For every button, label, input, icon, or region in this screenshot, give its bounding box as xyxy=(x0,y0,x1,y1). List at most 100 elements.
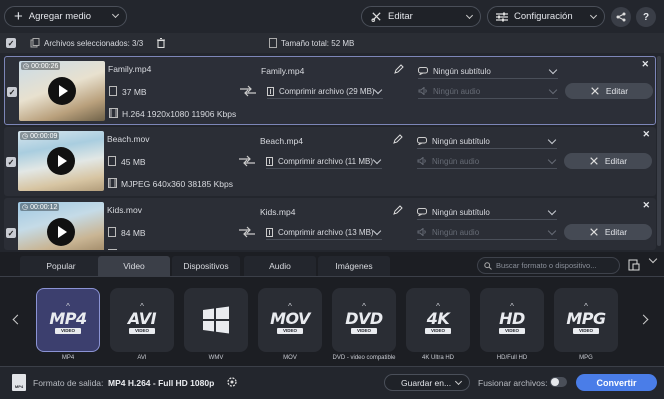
chevron-down-icon xyxy=(465,11,474,20)
format-card[interactable]: ^ AVI VIDEO xyxy=(110,288,174,352)
help-icon: ? xyxy=(642,11,650,23)
settings-menu-button[interactable]: Configuración xyxy=(487,6,605,27)
merge-files-toggle[interactable] xyxy=(550,377,567,387)
video-thumbnail[interactable]: ◷ 00:00:26 xyxy=(19,61,105,121)
subtitle-dropdown[interactable]: Ningún subtítulo xyxy=(418,64,558,79)
file-checkbox[interactable]: ✓ xyxy=(6,228,16,238)
device-detect-icon[interactable] xyxy=(628,259,640,271)
video-thumbnail[interactable]: ◷ 00:00:09 xyxy=(18,131,104,191)
output-file-name: Family.mp4 xyxy=(261,66,305,76)
format-label: MOV xyxy=(283,355,297,361)
output-file-name: Beach.mp4 xyxy=(260,136,303,146)
format-logo-sub: VIDEO xyxy=(54,327,81,334)
file-checkbox[interactable]: ✓ xyxy=(6,157,16,167)
video-thumbnail[interactable]: ◷ 00:00:12 xyxy=(18,202,104,250)
save-to-button[interactable]: Guardar en... xyxy=(384,374,470,391)
format-card[interactable]: ^ 4K VIDEO xyxy=(406,288,470,352)
source-file-meta: H.264 1920x1080 11906 Kbps xyxy=(122,109,237,119)
share-icon xyxy=(616,12,626,22)
plus-icon: + xyxy=(14,8,23,25)
scrollbar[interactable] xyxy=(657,56,661,246)
tab-video[interactable]: Video xyxy=(98,256,170,276)
merge-files-label: Fusionar archivos: xyxy=(478,378,548,388)
trash-icon[interactable] xyxy=(156,38,166,48)
file-row[interactable]: ✓ ◷ 00:00:12 Kids.mov 84 MB Kids.mp4 Comp… xyxy=(4,198,656,250)
duration-badge: ◷ 00:00:26 xyxy=(21,62,61,70)
clock-icon: ◷ xyxy=(22,204,29,211)
remove-file-icon[interactable]: ✕ xyxy=(642,129,650,140)
audio-label: Ningún audio xyxy=(432,227,480,237)
convert-arrow-icon xyxy=(239,226,255,238)
format-card[interactable]: ^ DVD VIDEO xyxy=(332,288,396,352)
remove-file-icon[interactable]: ✕ xyxy=(641,59,649,70)
audio-dropdown[interactable]: Ningún audio xyxy=(417,225,557,240)
compress-label: Comprimir archivo (13 MB) xyxy=(278,227,374,237)
share-button[interactable] xyxy=(611,7,631,27)
source-file-name: Beach.mov xyxy=(107,134,150,144)
search-icon xyxy=(484,261,492,270)
document-icon xyxy=(269,38,277,48)
duration-badge: ◷ 00:00:09 xyxy=(20,132,60,140)
pencil-icon[interactable] xyxy=(393,134,403,144)
format-logo-sub: VIDEO xyxy=(498,327,525,334)
tab-popular[interactable]: Popular xyxy=(20,256,102,276)
play-button[interactable] xyxy=(47,218,75,246)
format-search-placeholder: Buscar formato o dispositivo... xyxy=(496,261,597,270)
remove-file-icon[interactable]: ✕ xyxy=(642,200,650,211)
format-card[interactable] xyxy=(184,288,248,352)
audio-dropdown[interactable]: Ningún audio xyxy=(417,154,557,169)
format-card[interactable]: ^ HD VIDEO xyxy=(480,288,544,352)
help-button[interactable]: ? xyxy=(636,7,656,27)
select-all-checkbox[interactable]: ✓ xyxy=(6,38,16,48)
pencil-icon[interactable] xyxy=(393,205,403,215)
file-checkbox[interactable]: ✓ xyxy=(7,87,17,97)
play-button[interactable] xyxy=(48,77,76,105)
scissors-icon xyxy=(591,87,599,95)
format-card[interactable]: ^ MP4 VIDEO xyxy=(36,288,100,352)
output-format-label: Formato de salida: xyxy=(33,378,104,388)
format-card[interactable]: ^ MOV VIDEO xyxy=(258,288,322,352)
scissors-icon xyxy=(590,157,598,165)
speech-bubble-icon xyxy=(417,137,427,145)
film-icon xyxy=(109,108,118,118)
clock-icon: ◷ xyxy=(23,63,30,70)
edit-file-button[interactable]: Editar xyxy=(564,153,652,169)
convert-button[interactable]: Convertir xyxy=(576,374,657,391)
film-icon xyxy=(108,178,117,188)
clock-icon: ◷ xyxy=(22,133,29,140)
save-to-label: Guardar en... xyxy=(401,377,452,388)
tab-audio[interactable]: Audio xyxy=(244,256,316,276)
source-file-size: 37 MB xyxy=(122,87,147,97)
gear-icon[interactable] xyxy=(226,376,238,388)
edit-file-button[interactable]: Editar xyxy=(564,224,652,240)
add-media-button[interactable]: + Agregar medio xyxy=(4,6,127,27)
tab-imgenes[interactable]: Imágenes xyxy=(318,256,390,276)
scissors-icon xyxy=(590,228,598,236)
format-logo-sub: VIDEO xyxy=(424,327,451,334)
compress-label: Comprimir archivo (11 MB) xyxy=(278,156,373,166)
tab-dispositivos[interactable]: Dispositivos xyxy=(172,256,240,276)
compress-dropdown[interactable]: Comprimir archivo (11 MB) xyxy=(266,154,382,169)
file-row[interactable]: ✓ ◷ 00:00:09 Beach.mov 45 MB MJPEG 640x36… xyxy=(4,127,656,196)
duration-text: 00:00:09 xyxy=(30,132,58,140)
format-logo-sub: VIDEO xyxy=(350,327,377,334)
pencil-icon[interactable] xyxy=(394,64,404,74)
subtitle-dropdown[interactable]: Ningún subtítulo xyxy=(417,205,557,220)
subtitle-dropdown[interactable]: Ningún subtítulo xyxy=(417,134,557,149)
audio-dropdown[interactable]: Ningún audio xyxy=(418,84,558,99)
compress-dropdown[interactable]: Comprimir archivo (13 MB) xyxy=(266,225,382,240)
convert-label: Convertir xyxy=(596,377,637,388)
format-card[interactable]: ^ MPG VIDEO xyxy=(554,288,618,352)
format-search[interactable]: Buscar formato o dispositivo... xyxy=(477,257,620,274)
edit-file-button[interactable]: Editar xyxy=(565,83,653,99)
compress-dropdown[interactable]: Comprimir archivo (29 MB) xyxy=(267,84,383,99)
subtitle-label: Ningún subtítulo xyxy=(433,66,491,76)
format-logo-text: MOV xyxy=(270,308,310,328)
file-row[interactable]: ✓ ◷ 00:00:26 Family.mp4 37 MB H.264 1920x… xyxy=(4,56,656,125)
sliders-icon xyxy=(496,12,508,21)
edit-menu-button[interactable]: Editar xyxy=(361,6,481,27)
play-button[interactable] xyxy=(47,147,75,175)
file-icon xyxy=(109,86,117,96)
output-format-value[interactable]: MP4 H.264 - Full HD 1080p xyxy=(108,378,214,388)
add-media-label: Agregar medio xyxy=(28,11,92,22)
